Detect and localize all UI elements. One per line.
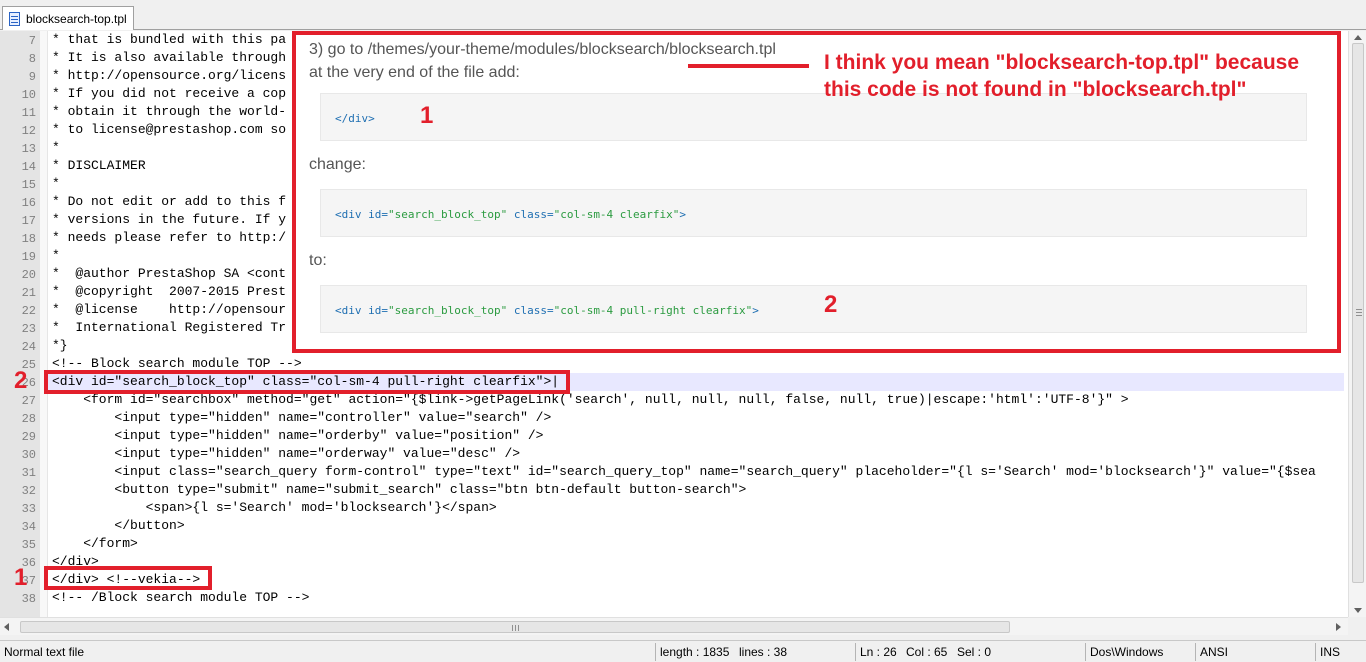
code-line[interactable]: * needs please refer to http:/ xyxy=(52,230,286,245)
line-number: 33 xyxy=(21,502,36,516)
line-number: 10 xyxy=(21,88,36,102)
annotation-note: I think you mean "blocksearch-top.tpl" b… xyxy=(824,51,1300,101)
line-number: 7 xyxy=(28,34,36,48)
marker-one: 1 xyxy=(14,564,28,591)
line-number: 19 xyxy=(21,250,36,264)
code-line[interactable]: <!-- /Block search module TOP --> xyxy=(52,590,309,605)
code-block-change: <div id="search_block_top" class="col-sm… xyxy=(320,189,1307,237)
status-file-type: Normal text file xyxy=(4,645,85,659)
code-line[interactable]: * @copyright 2007-2015 Prest xyxy=(52,284,286,299)
tutorial-screenshot-overlay: 3) go to /themes/your-theme/modules/bloc… xyxy=(292,31,1341,353)
code-line[interactable]: <input class="search_query form-control"… xyxy=(52,464,1315,479)
status-insert-mode: INS xyxy=(1320,645,1341,659)
line-number: 31 xyxy=(21,466,36,480)
line-number: 28 xyxy=(21,412,36,426)
highlight-line-26 xyxy=(44,370,570,394)
scroll-up-icon[interactable] xyxy=(1354,35,1362,40)
code-line[interactable]: <input type="hidden" name="orderby" valu… xyxy=(52,428,543,443)
line-number: 15 xyxy=(21,178,36,192)
line-number: 16 xyxy=(21,196,36,210)
code-line[interactable]: <span>{l s='Search' mod='blocksearch'}</… xyxy=(52,500,497,515)
line-number: 32 xyxy=(21,484,36,498)
tab-blocksearch-top[interactable]: blocksearch-top.tpl xyxy=(2,6,134,30)
line-number: 20 xyxy=(21,268,36,282)
step-instruction: 3) go to /themes/your-theme/modules/bloc… xyxy=(309,41,776,58)
code-line[interactable]: </button> xyxy=(52,518,184,533)
line-number: 24 xyxy=(21,340,36,354)
code-line[interactable]: <button type="submit" name="submit_searc… xyxy=(52,482,746,497)
code-line[interactable]: * xyxy=(52,176,60,191)
status-selection: Sel : 0 xyxy=(957,645,992,659)
line-number: 23 xyxy=(21,322,36,336)
to-label: to: xyxy=(309,252,327,269)
line-number: 29 xyxy=(21,430,36,444)
marker-two: 2 xyxy=(14,367,28,394)
code-line[interactable]: <input type="hidden" name="orderway" val… xyxy=(52,446,520,461)
code-line[interactable]: <!-- Block search module TOP --> xyxy=(52,356,302,371)
code-line[interactable]: * xyxy=(52,248,60,263)
code-line[interactable]: *} xyxy=(52,338,68,353)
code-line[interactable]: * xyxy=(52,140,60,155)
scroll-right-icon[interactable] xyxy=(1336,623,1341,631)
code-line[interactable]: * @author PrestaShop SA <cont xyxy=(52,266,286,281)
status-lines: lines : 38 xyxy=(739,645,788,659)
code-line[interactable]: * @license http://opensour xyxy=(52,302,286,317)
line-number: 21 xyxy=(21,286,36,300)
status-column: Col : 65 xyxy=(906,645,948,659)
code-line[interactable]: <input type="hidden" name="controller" v… xyxy=(52,410,551,425)
line-number: 27 xyxy=(21,394,36,408)
line-number: 38 xyxy=(21,592,36,606)
line-number: 9 xyxy=(28,70,36,84)
line-number: 8 xyxy=(28,52,36,66)
scrollbar-corner xyxy=(1348,617,1366,635)
code-original-div: <div id="search_block_top" class="col-sm… xyxy=(335,208,687,221)
code-line[interactable]: * obtain it through the world- xyxy=(52,104,286,119)
line-number: 11 xyxy=(21,106,36,120)
vertical-scrollbar[interactable] xyxy=(1348,31,1366,617)
file-icon xyxy=(7,11,21,26)
code-block-to: <div id="search_block_top" class="col-sm… xyxy=(320,285,1307,333)
line-number: 12 xyxy=(21,124,36,138)
code-line[interactable]: * Do not edit or add to this f xyxy=(52,194,286,209)
scroll-down-icon[interactable] xyxy=(1354,608,1362,613)
code-line[interactable]: * DISCLAIMER xyxy=(52,158,146,173)
code-line[interactable]: * It is also available through xyxy=(52,50,286,65)
code-line[interactable]: <form id="searchbox" method="get" action… xyxy=(52,392,1128,407)
line-number: 18 xyxy=(21,232,36,246)
line-number: 35 xyxy=(21,538,36,552)
status-line-number: Ln : 26 xyxy=(860,645,897,659)
line-number: 34 xyxy=(21,520,36,534)
line-number: 17 xyxy=(21,214,36,228)
overlay-number-one: 1 xyxy=(420,102,434,129)
change-label: change: xyxy=(309,156,366,173)
status-eol: Dos\Windows xyxy=(1090,645,1164,659)
horizontal-scroll-thumb[interactable] xyxy=(20,621,1010,633)
horizontal-scrollbar[interactable] xyxy=(0,617,1348,635)
line-number: 14 xyxy=(21,160,36,174)
tab-bar: blocksearch-top.tpl xyxy=(0,0,1366,30)
code-line[interactable]: * to license@prestashop.com so xyxy=(52,122,286,137)
scroll-left-icon[interactable] xyxy=(4,623,9,631)
code-line[interactable]: * If you did not receive a cop xyxy=(52,86,286,101)
line-number: 13 xyxy=(21,142,36,156)
code-closing-div: </div> xyxy=(335,112,375,125)
code-new-div: <div id="search_block_top" class="col-sm… xyxy=(335,304,759,317)
line-number: 30 xyxy=(21,448,36,462)
tab-label: blocksearch-top.tpl xyxy=(26,11,127,26)
status-bar: Normal text file length : 1835 lines : 3… xyxy=(0,640,1366,662)
code-line[interactable]: * versions in the future. If y xyxy=(52,212,286,227)
vertical-scroll-thumb[interactable] xyxy=(1352,43,1364,583)
code-line[interactable]: </form> xyxy=(52,536,138,551)
code-line[interactable]: * that is bundled with this pa xyxy=(52,32,286,47)
status-encoding: ANSI xyxy=(1200,645,1229,659)
filename-underline xyxy=(688,64,809,68)
code-line[interactable]: * http://opensource.org/licens xyxy=(52,68,286,83)
fold-margin xyxy=(40,31,48,617)
status-length: length : 1835 xyxy=(660,645,730,659)
overlay-number-two: 2 xyxy=(824,291,838,318)
highlight-line-37 xyxy=(44,566,212,590)
line-number: 22 xyxy=(21,304,36,318)
code-line[interactable]: * International Registered Tr xyxy=(52,320,286,335)
step-subtext: at the very end of the file add: xyxy=(309,64,520,81)
